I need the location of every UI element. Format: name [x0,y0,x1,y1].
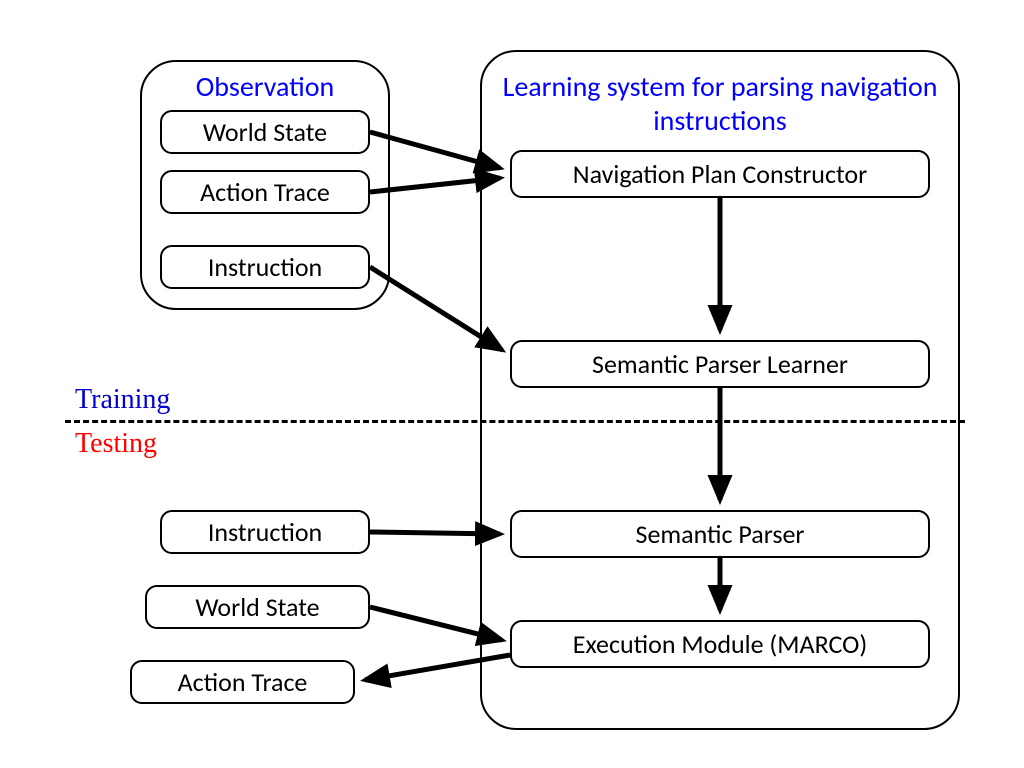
box-world-state-train: World State [160,110,370,154]
box-instruction-test: Instruction [160,510,370,554]
label-training: Training [75,384,170,416]
box-semantic-parser: Semantic Parser [510,510,930,558]
box-semantic-parser-learner: Semantic Parser Learner [510,340,930,388]
box-instruction-train: Instruction [160,245,370,289]
train-test-divider [65,420,965,423]
box-action-trace-train: Action Trace [160,170,370,214]
observation-title: Observation [140,70,390,104]
learning-system-title: Learning system for parsing navigation i… [500,70,940,137]
box-nav-plan-constructor: Navigation Plan Constructor [510,150,930,198]
label-testing: Testing [75,428,157,460]
box-action-trace-test: Action Trace [130,660,355,704]
box-execution-module: Execution Module (MARCO) [510,620,930,668]
box-world-state-test: World State [145,585,370,629]
